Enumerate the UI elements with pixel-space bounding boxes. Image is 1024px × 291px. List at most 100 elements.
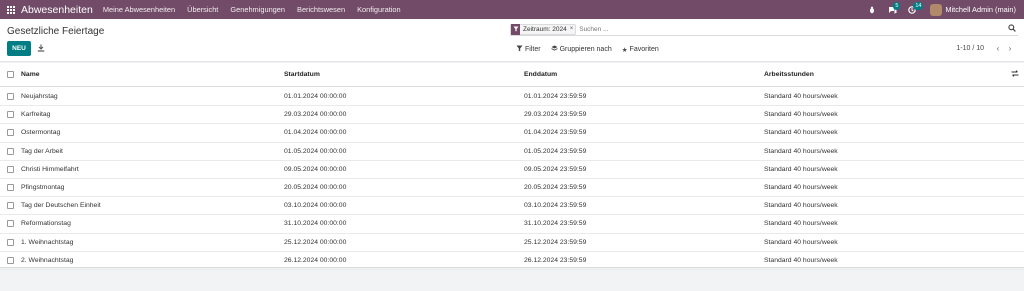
control-panel: Gesetzliche Feiertage NEU Zeitraum: 2024… (0, 19, 1024, 62)
top-navbar: Abwesenheiten Meine Abwesenheiten Übersi… (0, 0, 1024, 19)
messages-icon[interactable]: 5 (885, 0, 901, 19)
row-checkbox[interactable] (7, 93, 14, 101)
pager: 1-10 / 10 ‹ › (956, 44, 1016, 53)
table-row[interactable]: Karfreitag 29.03.2024 00:00:00 29.03.2024 … (0, 106, 1024, 125)
download-icon[interactable] (36, 43, 46, 53)
cell-start-date: 01.04.2024 00:00:00 (284, 129, 347, 137)
cell-name: Tag der Arbeit (21, 147, 63, 155)
filter-icon (516, 45, 523, 54)
search-options: Filter Gruppieren nach ★ Favoriten (516, 45, 669, 54)
cell-start-date: 29.03.2024 00:00:00 (284, 111, 347, 119)
favorites-dropdown[interactable]: ★ Favoriten (622, 46, 659, 54)
cell-working-hours: Standard 40 hours/week (764, 202, 838, 210)
facet-close-icon[interactable]: × (570, 26, 576, 32)
cell-name: 2. Weihnachtstag (21, 256, 74, 264)
search-facet[interactable]: Zeitraum: 2024 × (510, 23, 577, 35)
menu-configuration[interactable]: Konfiguration (357, 5, 401, 14)
cell-end-date: 25.12.2024 23:59:59 (524, 238, 587, 246)
table-row[interactable]: Tag der Deutschen Einheit 03.10.2024 00:0… (0, 197, 1024, 216)
filter-funnel-icon (511, 23, 520, 35)
table-row[interactable]: Christi Himmelfahrt 09.05.2024 00:00:00 09… (0, 161, 1024, 179)
holidays-table: Name Startdatum Enddatum Arbeitsstunden … (0, 63, 1024, 270)
row-checkbox[interactable] (7, 111, 14, 119)
search-input[interactable] (579, 25, 780, 33)
new-button[interactable]: NEU (7, 41, 31, 56)
column-header-hours[interactable]: Arbeitsstunden (764, 71, 814, 78)
cell-working-hours: Standard 40 hours/week (764, 147, 838, 155)
cell-start-date: 09.05.2024 00:00:00 (284, 165, 347, 173)
chevron-right-icon[interactable]: › (1004, 44, 1016, 53)
row-checkbox[interactable] (7, 220, 14, 228)
cell-start-date: 31.10.2024 00:00:00 (284, 220, 347, 228)
cell-start-date: 01.01.2024 00:00:00 (284, 93, 347, 101)
pager-value[interactable]: 1-10 / 10 (956, 45, 984, 52)
table-row[interactable]: Pfingstmontag 20.05.2024 00:00:00 20.05.20… (0, 179, 1024, 198)
cell-name: Christi Himmelfahrt (21, 165, 79, 173)
messages-count-badge: 5 (893, 2, 901, 10)
cell-end-date: 03.10.2024 23:59:59 (524, 202, 587, 210)
search-bar: Zeitraum: 2024 × (510, 23, 1018, 36)
apps-menu-icon[interactable] (2, 0, 20, 19)
menu-my-absences[interactable]: Meine Abwesenheiten (103, 5, 175, 14)
cell-name: Reformationstag (21, 220, 71, 228)
column-header-name[interactable]: Name (21, 71, 40, 78)
column-header-start[interactable]: Startdatum (284, 71, 320, 78)
cell-name: Pfingstmontag (21, 184, 65, 192)
search-icon[interactable] (1008, 24, 1016, 34)
menu-reporting[interactable]: Berichtswesen (297, 5, 345, 14)
column-header-end[interactable]: Enddatum (524, 71, 557, 78)
chevron-left-icon[interactable]: ‹ (992, 44, 1004, 53)
table-row[interactable]: Neujahrstag 01.01.2024 00:00:00 01.01.2024… (0, 88, 1024, 107)
cell-working-hours: Standard 40 hours/week (764, 238, 838, 246)
filter-dropdown[interactable]: Filter (516, 45, 541, 54)
app-brand[interactable]: Abwesenheiten (21, 4, 93, 16)
table-row[interactable]: 2. Weihnachtstag 26.12.2024 00:00:00 26.12… (0, 252, 1024, 270)
cell-working-hours: Standard 40 hours/week (764, 220, 838, 228)
row-checkbox[interactable] (7, 256, 14, 264)
cell-end-date: 29.03.2024 23:59:59 (524, 111, 587, 119)
table-row[interactable]: Ostermontag 01.04.2024 00:00:00 01.04.2024… (0, 124, 1024, 143)
row-checkbox[interactable] (7, 238, 14, 246)
cell-start-date: 01.05.2024 00:00:00 (284, 147, 347, 155)
layers-icon (550, 45, 558, 54)
activities-count-badge: 14 (913, 2, 924, 10)
table-row[interactable]: Reformationstag 31.10.2024 00:00:00 31.10.… (0, 215, 1024, 234)
facet-label: Zeitraum: 2024 (523, 25, 567, 33)
group-by-dropdown[interactable]: Gruppieren nach (550, 45, 612, 54)
filter-label: Filter (525, 46, 541, 53)
cell-working-hours: Standard 40 hours/week (764, 165, 838, 173)
cell-name: Neujahrstag (21, 93, 58, 101)
cell-name: 1. Weihnachtstag (21, 238, 74, 246)
favorites-label: Favoriten (629, 46, 659, 53)
page-title[interactable]: Gesetzliche Feiertage (7, 26, 104, 37)
user-avatar[interactable] (930, 3, 943, 16)
activities-clock-icon[interactable]: 14 (905, 0, 924, 19)
menu-approvals[interactable]: Genehmigungen (230, 5, 285, 14)
row-checkbox[interactable] (7, 129, 14, 137)
cell-name: Ostermontag (21, 129, 61, 137)
cell-end-date: 26.12.2024 23:59:59 (524, 256, 587, 264)
cell-name: Karfreitag (21, 111, 51, 119)
table-row[interactable]: Tag der Arbeit 01.05.2024 00:00:00 01.05.2… (0, 143, 1024, 161)
row-checkbox[interactable] (7, 165, 14, 173)
star-icon: ★ (621, 46, 628, 54)
row-checkbox[interactable] (7, 202, 14, 210)
cell-start-date: 03.10.2024 00:00:00 (284, 202, 347, 210)
cell-start-date: 26.12.2024 00:00:00 (284, 256, 347, 264)
cell-end-date: 09.05.2024 23:59:59 (524, 165, 587, 173)
select-all-checkbox[interactable] (7, 71, 14, 78)
cell-name: Tag der Deutschen Einheit (21, 202, 101, 210)
menu-overview[interactable]: Übersicht (187, 5, 218, 14)
table-row[interactable]: 1. Weihnachtstag 25.12.2024 00:00:00 25.12… (0, 234, 1024, 252)
cell-working-hours: Standard 40 hours/week (764, 93, 838, 101)
cell-working-hours: Standard 40 hours/week (764, 184, 838, 192)
user-menu[interactable]: Mitchell Admin (main) (945, 5, 1016, 14)
cell-end-date: 01.01.2024 23:59:59 (524, 93, 587, 101)
cell-working-hours: Standard 40 hours/week (764, 129, 838, 137)
row-checkbox[interactable] (7, 147, 14, 155)
optional-columns-icon[interactable] (1011, 70, 1019, 79)
group-by-label: Gruppieren nach (559, 46, 612, 53)
bug-icon[interactable] (865, 0, 879, 19)
row-checkbox[interactable] (7, 184, 14, 192)
cell-end-date: 20.05.2024 23:59:59 (524, 184, 587, 192)
